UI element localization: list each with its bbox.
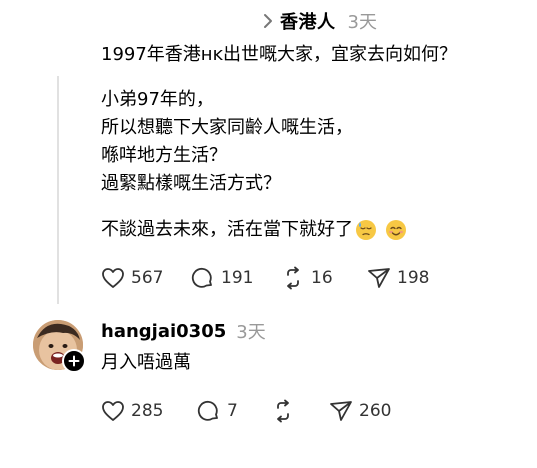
reply-repost-button[interactable]: [271, 399, 329, 423]
share-count: 198: [397, 268, 430, 288]
reply-like-count: 285: [131, 401, 164, 421]
reply-count: 191: [221, 268, 254, 288]
post-body: 小弟97年的， 所以想聽下大家同齡人嘅生活， 喺咩地方生活？ 過緊點樣嘅生活方式…: [101, 86, 353, 198]
post-line: 喺咩地方生活？: [101, 145, 227, 166]
reply-comment-count: 7: [227, 401, 238, 421]
thread-view: 香港人 3天 1997年香港ʜᴋ出世嘅大家，宜家去向如何？ 小弟97年的， 所以…: [0, 0, 537, 468]
reply-button[interactable]: 191: [191, 266, 281, 290]
repost-icon: [281, 266, 305, 290]
heart-icon: [101, 400, 125, 422]
repost-icon: [271, 399, 295, 423]
send-icon: [367, 266, 391, 290]
post-extra-line: 不談過去未來，活在當下就好了: [101, 216, 407, 244]
repost-count: 16: [311, 268, 333, 288]
breadcrumb: 香港人 3天: [262, 8, 377, 34]
reply-share-count: 260: [359, 401, 392, 421]
post-line: 所以想聽下大家同齡人嘅生活，: [101, 117, 353, 138]
reply-username[interactable]: hangjai0305: [101, 321, 226, 342]
share-button[interactable]: 198: [367, 266, 429, 290]
comment-bubble-icon: [191, 266, 215, 290]
downcast-sweat-face-emoji: [355, 219, 377, 241]
reply-share-button[interactable]: 260: [329, 399, 391, 423]
post-action-bar: 567 191 16 198: [101, 264, 429, 292]
send-icon: [329, 399, 353, 423]
follow-plus-icon[interactable]: [62, 349, 86, 373]
like-count: 567: [131, 268, 164, 288]
thread-connector-line: [57, 76, 59, 304]
post-line: 小弟97年的，: [101, 89, 214, 110]
like-button[interactable]: 567: [101, 267, 191, 289]
parent-question-text: 1997年香港ʜᴋ出世嘅大家，宜家去向如何？: [101, 44, 457, 65]
reply-like-button[interactable]: 285: [101, 400, 197, 422]
post-line: 過緊點樣嘅生活方式？: [101, 173, 281, 194]
heart-icon: [101, 267, 125, 289]
comment-bubble-icon: [197, 399, 221, 423]
reply-header: hangjai0305 3天: [101, 318, 266, 344]
smiling-blush-face-emoji: [385, 219, 407, 241]
repost-button[interactable]: 16: [281, 266, 367, 290]
chevron-right-icon: [262, 13, 274, 29]
reply-timestamp: 3天: [236, 322, 266, 343]
parent-timestamp: 3天: [347, 12, 377, 33]
reply-text: 月入唔過萬: [101, 352, 191, 373]
reply-comment-button[interactable]: 7: [197, 399, 271, 423]
reply-action-bar: 285 7 260: [101, 397, 391, 425]
post-extra-text: 不談過去未來，活在當下就好了: [101, 219, 353, 240]
parent-author-link[interactable]: 香港人: [280, 8, 336, 34]
